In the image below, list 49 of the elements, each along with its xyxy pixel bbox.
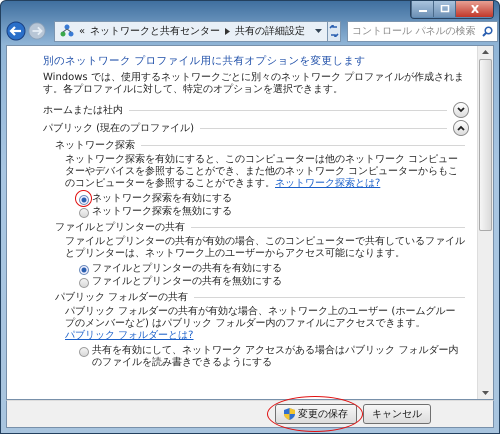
- refresh-icon: [328, 25, 340, 37]
- page-heading: 別のネットワーク プロファイル用に共有オプションを変更します: [43, 54, 366, 68]
- address-dropdown-icon[interactable]: [315, 28, 322, 34]
- back-button[interactable]: [6, 21, 26, 41]
- profile-title: ホームまたは社内: [43, 104, 123, 117]
- scroll-up-icon[interactable]: [482, 50, 489, 54]
- radio-button[interactable]: [79, 278, 89, 288]
- section-title: ネットワーク探索: [55, 138, 135, 152]
- breadcrumb-arrow-icon[interactable]: [225, 28, 230, 34]
- radio-button[interactable]: [79, 265, 89, 275]
- option-label: ファイルとプリンターの共有を有効にする: [92, 263, 282, 275]
- help-link[interactable]: パブリック フォルダーとは?: [65, 330, 194, 341]
- search-icon: [482, 26, 494, 36]
- option-label: ネットワーク探索を無効にする: [92, 206, 232, 218]
- section-description: パブリック フォルダーの共有が有効な場合、ネットワーク上のユーザー (ホームグループのメンバーなど) はパブリック フォルダー内のファイルにアクセスできます。 パブリック フォルダーとは?: [65, 306, 456, 342]
- option-label: 共有を有効にして、ネットワーク アクセスがある場合はパブリック フォルダー内のファイルを読み書きできるようにする: [92, 345, 460, 369]
- minimize-button[interactable]: [411, 1, 433, 17]
- maximize-icon: [440, 5, 450, 13]
- option-label: ファイルとプリンターの共有を無効にする: [92, 276, 282, 288]
- scrollbar[interactable]: [477, 46, 493, 399]
- address-bar[interactable]: « ネットワークと共有センター 共有の詳細設定: [54, 20, 328, 42]
- help-link[interactable]: ネットワーク探索とは?: [275, 178, 380, 189]
- chevron-icon: [457, 125, 465, 131]
- page-description: Windows では、使用するネットワークごとに別々のネットワーク プロファイルが作成されます。各プロファイルに対して、特定のオプションを選択できます。: [43, 72, 465, 96]
- profile-title: パブリック (現在のプロファイル): [43, 122, 194, 135]
- breadcrumb-overflow[interactable]: «: [79, 26, 86, 36]
- section-description: ネットワーク探索を有効にすると、このコンピューターは他のネットワーク コンピューターやデバイスを参照することができ、また他のネットワーク コンピューターからもこのコンピューターを参照することができます。ネットワーク探索とは?: [65, 154, 460, 190]
- breadcrumb-item[interactable]: ネットワークと共有センター: [90, 24, 220, 38]
- radio-button[interactable]: [79, 195, 89, 205]
- section-description: ファイルとプリンターの共有が有効の場合、このコンピューターで共有しているファイルとプリンターは、ネットワーク上のユーザーからアクセス可能になります。: [65, 236, 465, 260]
- section-title: ファイルとプリンターの共有: [55, 220, 185, 234]
- shield-icon: [284, 408, 295, 420]
- breadcrumb-item[interactable]: 共有の詳細設定: [235, 24, 306, 38]
- radio-button[interactable]: [79, 347, 89, 357]
- option-label: ネットワーク探索を有効にする: [92, 193, 232, 205]
- radio-button[interactable]: [79, 208, 89, 218]
- section-title: パブリック フォルダーの共有: [55, 290, 188, 304]
- expand-toggle-button[interactable]: [453, 102, 469, 118]
- expand-toggle-button[interactable]: [453, 120, 469, 136]
- network-icon: [60, 24, 74, 38]
- refresh-button[interactable]: [327, 20, 342, 42]
- maximize-button[interactable]: [433, 1, 455, 17]
- search-field[interactable]: コントロール パネルの検索: [347, 20, 498, 42]
- close-icon: [470, 5, 480, 13]
- cancel-button[interactable]: キャンセル: [363, 404, 431, 424]
- scroll-down-icon[interactable]: [482, 391, 489, 395]
- chevron-icon: [457, 107, 465, 113]
- close-button[interactable]: [455, 1, 493, 17]
- save-button[interactable]: 変更の保存: [275, 404, 357, 424]
